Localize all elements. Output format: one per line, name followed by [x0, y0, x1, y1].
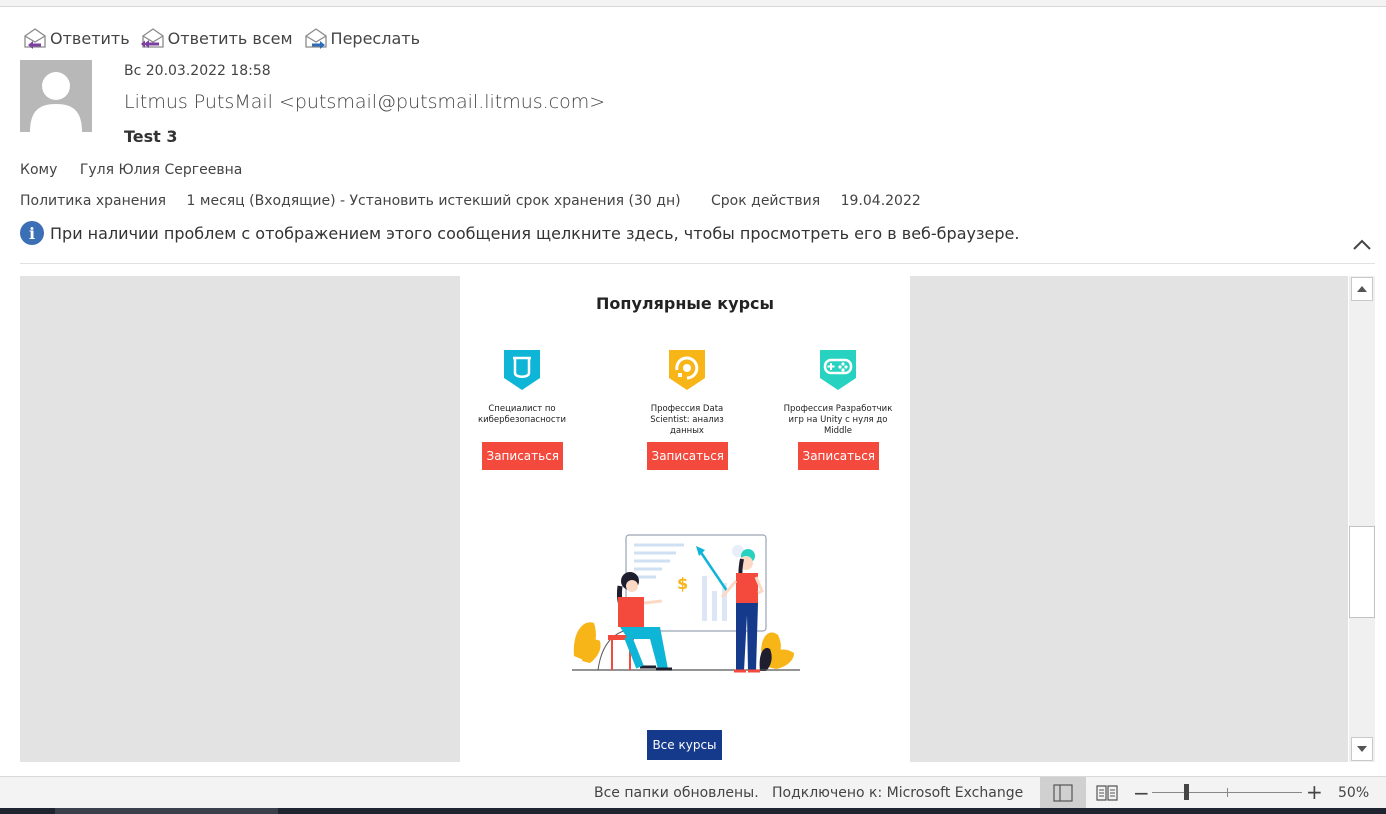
policy-value: 1 месяц (Входящие) - Установить истекший…: [186, 193, 681, 209]
recipient-row: Кому Гуля Юлия Сергеевна: [20, 162, 242, 178]
expiry-group: Срок действия 19.04.2022: [711, 193, 921, 209]
scroll-up-button[interactable]: [1351, 277, 1373, 301]
zoom-in-button[interactable]: +: [1306, 780, 1323, 804]
enroll-button[interactable]: Записаться: [797, 442, 879, 470]
gamepad-icon: [820, 350, 856, 390]
scroll-down-arrow-icon: [1357, 746, 1367, 752]
message-body-viewer: Популярные курсы Специалист по кибербезо…: [20, 276, 1348, 762]
data-science-icon: [669, 350, 705, 390]
email-content: Популярные курсы Специалист по кибербезо…: [460, 276, 910, 762]
course-card: Профессия Разработчик игр на Unity с нул…: [783, 348, 893, 470]
info-icon: i: [20, 221, 44, 245]
forward-label: Переслать: [330, 28, 420, 48]
course-name: Специалист по кибербезопасности: [477, 404, 567, 425]
header-divider: [20, 263, 1375, 264]
enroll-button[interactable]: Записаться: [481, 442, 563, 470]
expiry-label: Срок действия: [711, 193, 821, 209]
status-bar: Все папки обновлены. Подключено к: Micro…: [0, 776, 1386, 809]
scroll-up-arrow-icon: [1357, 286, 1367, 292]
window-top-edge: [0, 0, 1386, 7]
all-courses-button[interactable]: Все курсы: [647, 730, 722, 760]
scroll-thumb[interactable]: [1349, 526, 1375, 618]
message-subject: Test 3: [124, 127, 178, 146]
reading-view-icon: [1096, 785, 1118, 801]
course-name: Профессия Разработчик игр на Unity с нул…: [783, 404, 893, 436]
collapse-header-icon[interactable]: [1351, 235, 1373, 255]
infobar-text: При наличии проблем с отображением этого…: [50, 223, 1020, 243]
enroll-button[interactable]: Записаться: [646, 442, 728, 470]
reply-label: Ответить: [50, 28, 130, 48]
reading-view-button[interactable]: [1092, 777, 1122, 809]
retention-policy-row: Политика хранения 1 месяц (Входящие) - У…: [20, 193, 921, 209]
zoom-slider-midmark: [1227, 788, 1228, 797]
courses-heading: Популярные курсы: [596, 294, 774, 313]
course-name: Профессия Data Scientist: анализ данных: [650, 404, 724, 436]
reply-all-button[interactable]: Ответить всем: [140, 25, 293, 51]
person-icon: [30, 72, 82, 132]
to-label: Кому: [20, 162, 58, 178]
browser-view-infobar[interactable]: i При наличии проблем с отображением это…: [20, 221, 1019, 245]
expiry-value: 19.04.2022: [840, 193, 921, 209]
connection-status: Подключено к: Microsoft Exchange: [772, 785, 1024, 801]
vertical-scrollbar[interactable]: [1349, 276, 1375, 762]
normal-view-icon: [1053, 784, 1073, 802]
to-recipient[interactable]: Гуля Юлия Сергеевна: [80, 162, 243, 178]
course-card: Профессия Data Scientist: анализ данных …: [632, 348, 742, 470]
shield-icon: [504, 350, 540, 390]
policy-label: Политика хранения: [20, 193, 167, 209]
taskbar-item[interactable]: [55, 808, 278, 814]
forward-button[interactable]: Переслать: [303, 25, 420, 51]
scroll-down-button[interactable]: [1351, 737, 1373, 761]
taskbar: [0, 808, 1386, 814]
svg-text:$: $: [677, 574, 688, 593]
message-sender[interactable]: Litmus PutsMail <putsmail@putsmail.litmu…: [124, 91, 605, 113]
normal-view-button[interactable]: [1040, 777, 1086, 809]
courses-illustration: $: [572, 534, 800, 673]
reply-icon: [24, 28, 46, 49]
zoom-out-button[interactable]: −: [1133, 781, 1150, 805]
forward-icon: [304, 28, 327, 49]
course-card: Специалист по кибербезопасности Записать…: [467, 348, 577, 470]
folders-status: Все папки обновлены.: [594, 785, 759, 801]
message-actions: Ответить Ответить всем Переслать: [22, 26, 420, 50]
sender-avatar: [20, 60, 92, 132]
message-date: Вс 20.03.2022 18:58: [124, 63, 271, 79]
zoom-slider-thumb[interactable]: [1184, 784, 1189, 800]
zoom-level[interactable]: 50%: [1338, 785, 1369, 801]
reply-button[interactable]: Ответить: [22, 25, 130, 51]
reply-all-label: Ответить всем: [167, 28, 293, 48]
reply-all-icon: [140, 28, 164, 48]
